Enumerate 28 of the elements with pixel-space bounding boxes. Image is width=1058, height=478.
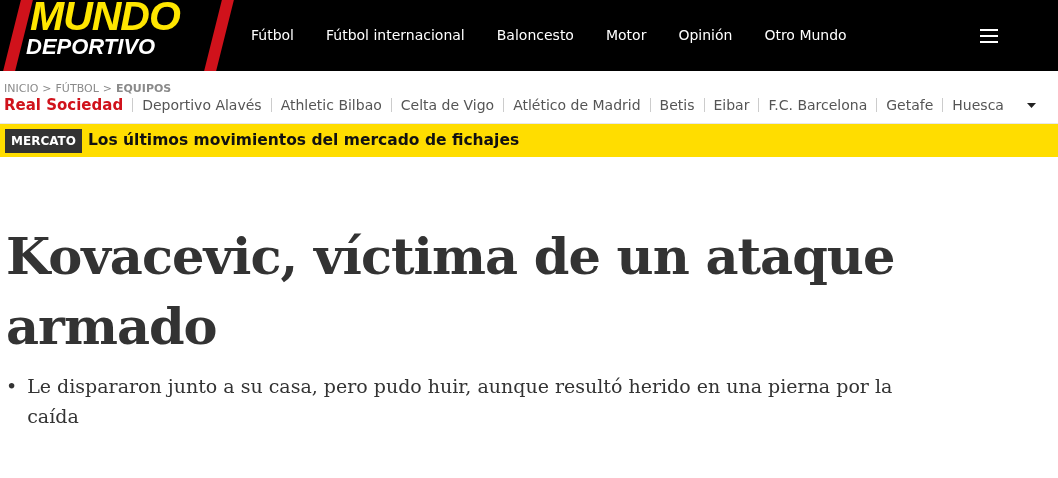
team-link[interactable]: Huesca xyxy=(942,98,1013,112)
team-link[interactable]: Real Sociedad xyxy=(0,98,133,112)
summary-item: Le dispararon junto a su casa, pero pudo huir, aunque resultó herido en una pierna por la caída xyxy=(27,374,894,429)
breadcrumb-link[interactable]: INICIO xyxy=(4,81,39,98)
team-link[interactable]: Getafe xyxy=(876,98,943,112)
bullet-marker: • xyxy=(6,374,18,399)
banner-link[interactable]: Los últimos movimientos del mercado de fichajes xyxy=(87,128,520,153)
nav-link[interactable]: Motor xyxy=(605,25,647,46)
team-link[interactable]: Atlético de Madrid xyxy=(503,98,650,112)
team-link[interactable]: F.C. Barcelona xyxy=(758,98,877,112)
breadcrumb-separator: > xyxy=(102,81,112,97)
team-link[interactable]: Athletic Bilbao xyxy=(270,98,391,112)
team-link[interactable]: Deportivo Alavés xyxy=(132,98,271,112)
team-link[interactable]: Celta de Vigo xyxy=(390,98,504,112)
mercato-tag: MERCATO xyxy=(5,128,82,153)
logo[interactable]: MUNDO DEPORTIVO xyxy=(0,0,235,71)
team-link[interactable]: Eibar xyxy=(703,98,759,112)
menu-icon[interactable] xyxy=(979,28,998,43)
breadcrumb-separator: > xyxy=(42,81,52,97)
team-link[interactable]: Betis xyxy=(649,98,704,112)
nav-link[interactable]: Baloncesto xyxy=(496,25,574,46)
nav-link[interactable]: Fútbol xyxy=(251,25,294,46)
headline: Kovacevic, víctima de un ataque armado xyxy=(6,225,896,358)
nav-link[interactable]: Fútbol internacional xyxy=(326,25,465,46)
breadcrumb-link[interactable]: FÚTBOL xyxy=(55,81,99,98)
nav-link[interactable]: Otro Mundo xyxy=(764,25,847,46)
nav-link[interactable]: Opinión xyxy=(678,25,733,46)
dropdown-caret-icon[interactable] xyxy=(1026,102,1036,108)
